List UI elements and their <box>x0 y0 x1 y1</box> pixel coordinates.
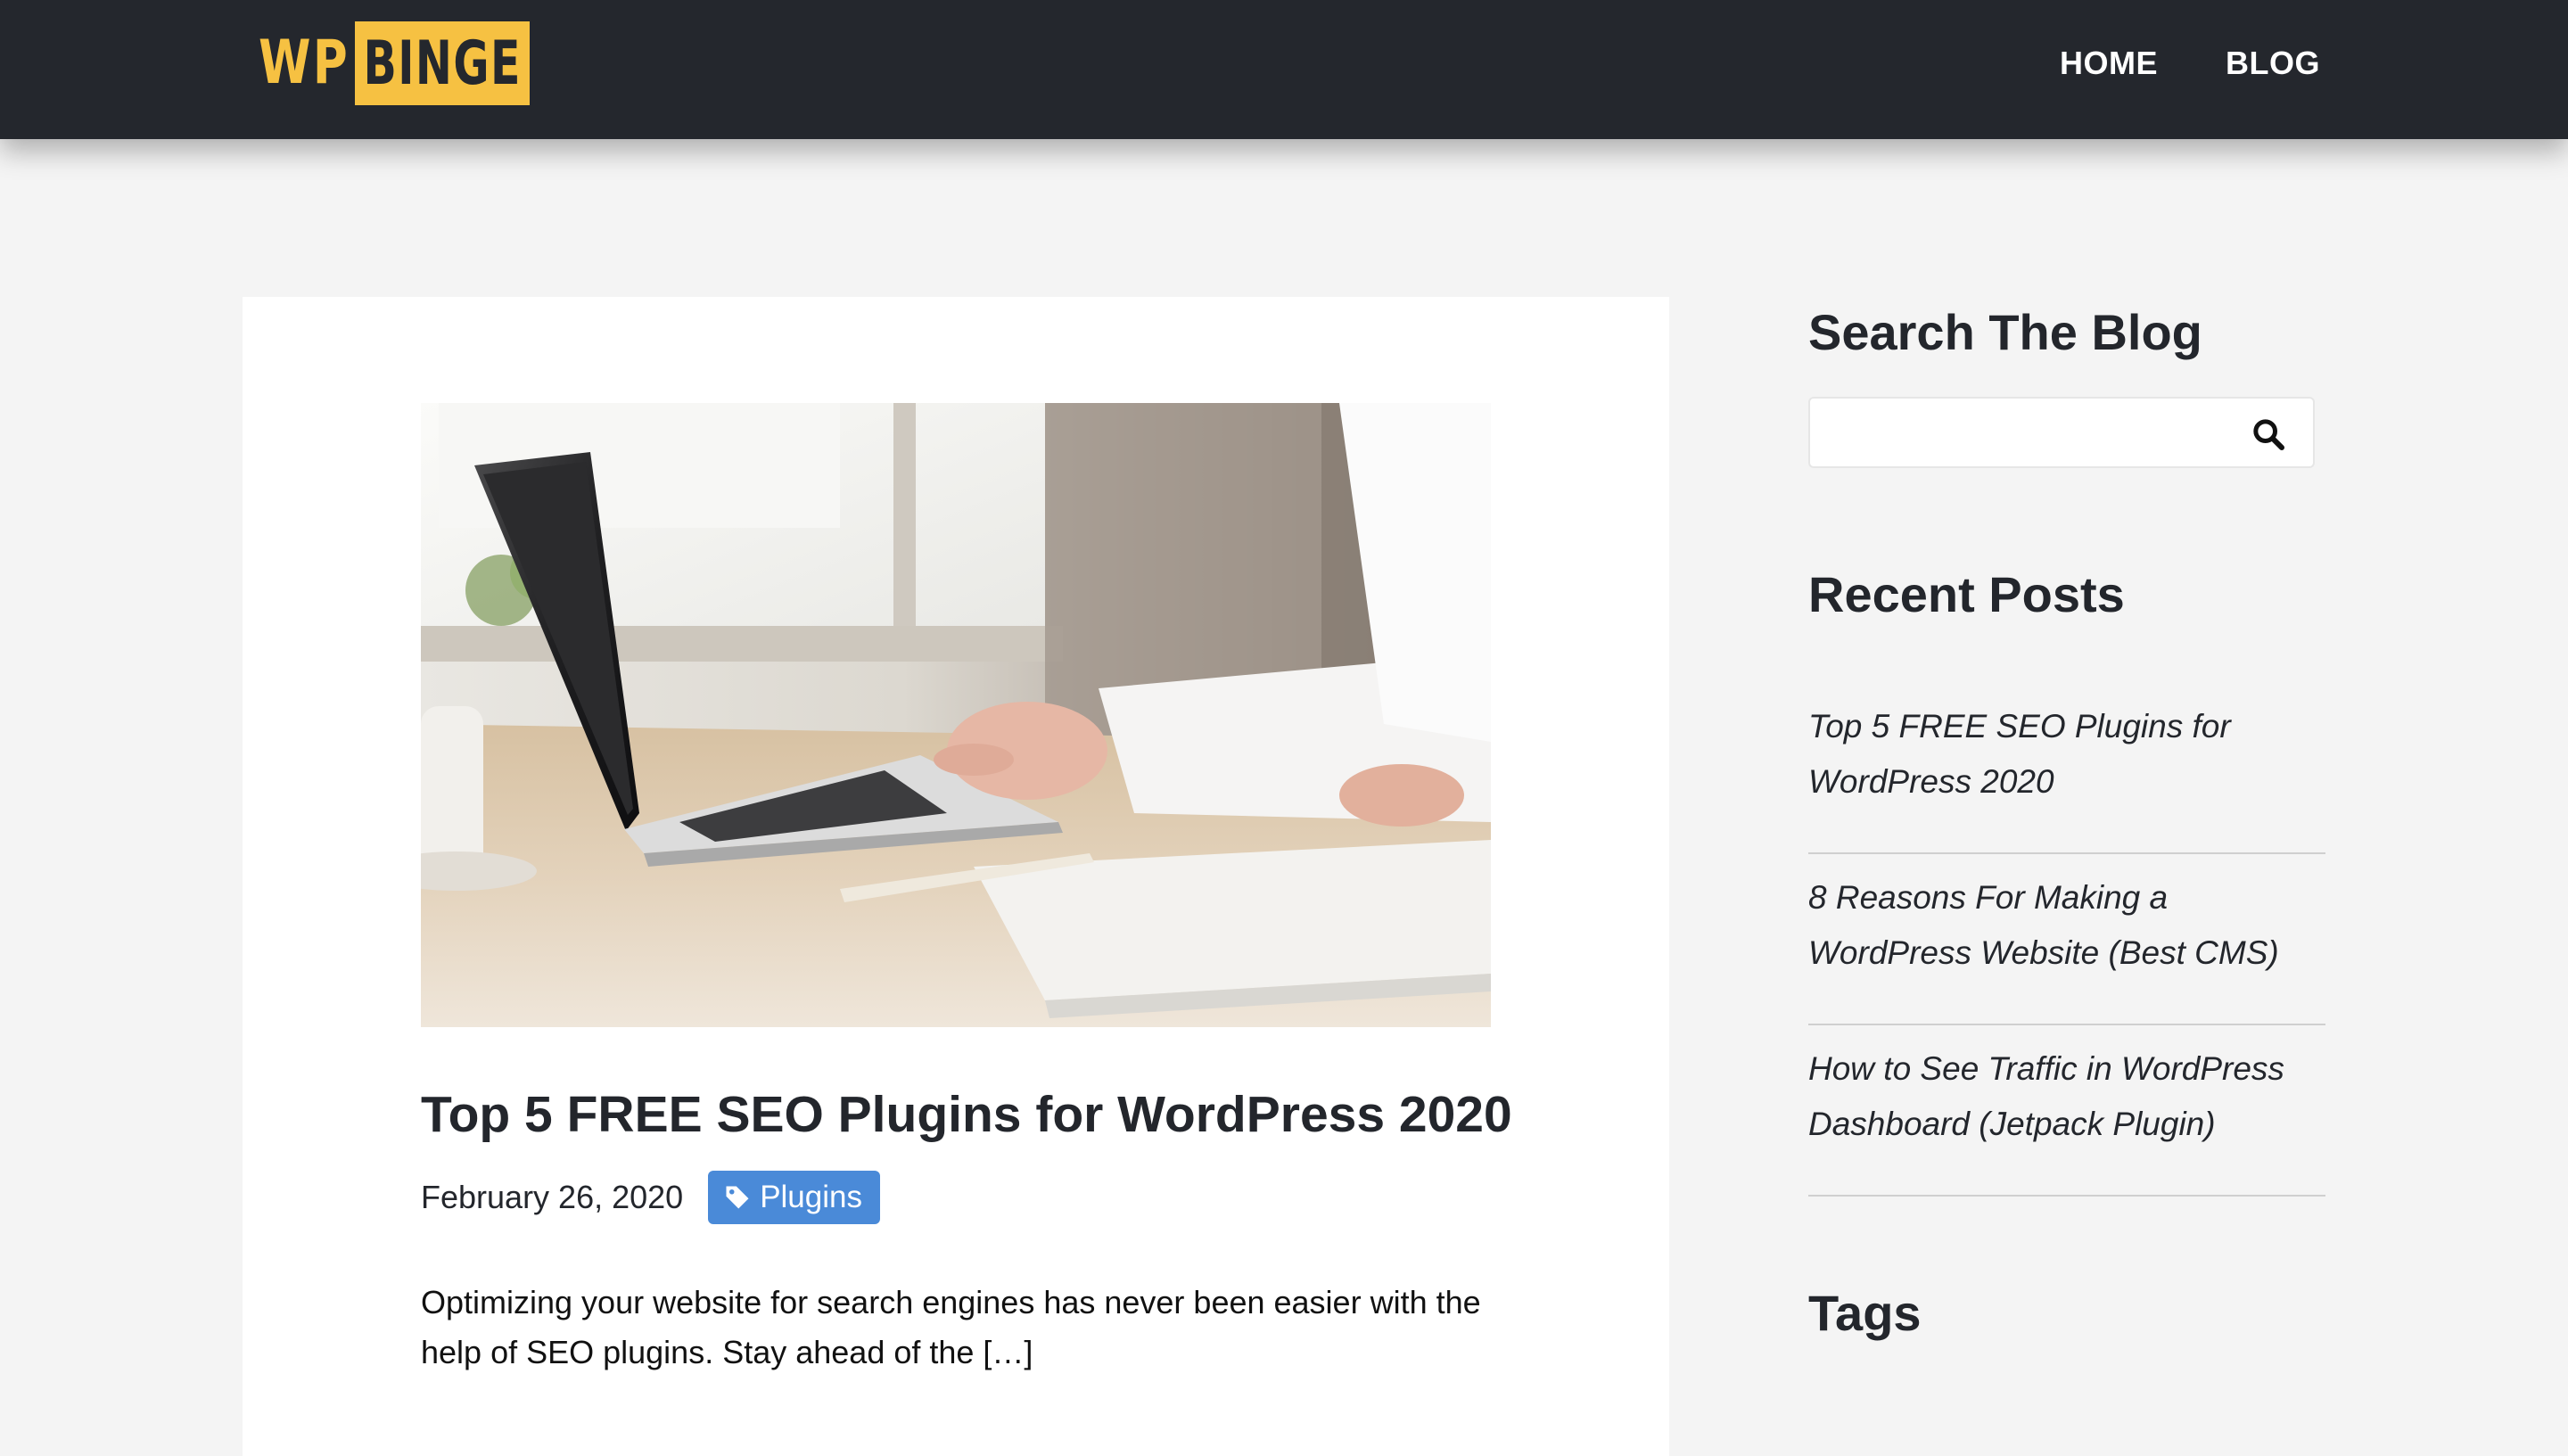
search-box <box>1808 397 2315 468</box>
tag-icon <box>726 1186 749 1209</box>
post-date: February 26, 2020 <box>421 1179 684 1215</box>
post-title[interactable]: Top 5 FREE SEO Plugins for WordPress 202… <box>421 1083 1527 1146</box>
logo-binge-box: BINGE <box>355 21 530 105</box>
site-logo[interactable]: WP BINGE <box>259 21 530 105</box>
recent-posts-list: Top 5 FREE SEO Plugins for WordPress 202… <box>1808 683 2325 1197</box>
category-badge-label: Plugins <box>760 1180 862 1214</box>
recent-post-link[interactable]: Top 5 FREE SEO Plugins for WordPress 202… <box>1808 699 2325 810</box>
nav-home-link[interactable]: HOME <box>2060 45 2158 82</box>
nav-blog-link[interactable]: BLOG <box>2226 45 2320 82</box>
search-widget-title: Search The Blog <box>1808 304 2202 360</box>
tags-widget-title: Tags <box>1808 1285 1922 1341</box>
recent-post-link[interactable]: 8 Reasons For Making a WordPress Website… <box>1808 870 2325 981</box>
list-item: Top 5 FREE SEO Plugins for WordPress 202… <box>1808 683 2325 854</box>
logo-binge-text: BINGE <box>363 28 522 99</box>
search-input[interactable] <box>1819 404 2229 461</box>
logo-wp-text: WP <box>259 28 350 98</box>
post-featured-image[interactable] <box>421 403 1491 1027</box>
category-badge[interactable]: Plugins <box>708 1171 880 1224</box>
site-header: WP BINGE HOME BLOG <box>0 0 2568 139</box>
post-card: Top 5 FREE SEO Plugins for WordPress 202… <box>243 297 1669 1456</box>
list-item: 8 Reasons For Making a WordPress Website… <box>1808 854 2325 1025</box>
main-nav: HOME BLOG <box>2060 0 2320 127</box>
post-meta: February 26, 2020 Plugins <box>421 1171 880 1224</box>
recent-posts-title: Recent Posts <box>1808 566 2125 622</box>
post-excerpt: Optimizing your website for search engin… <box>421 1284 1481 1370</box>
search-icon[interactable] <box>2251 416 2286 452</box>
list-item: How to See Traffic in WordPress Dashboar… <box>1808 1025 2325 1197</box>
recent-post-link[interactable]: How to See Traffic in WordPress Dashboar… <box>1808 1041 2325 1152</box>
